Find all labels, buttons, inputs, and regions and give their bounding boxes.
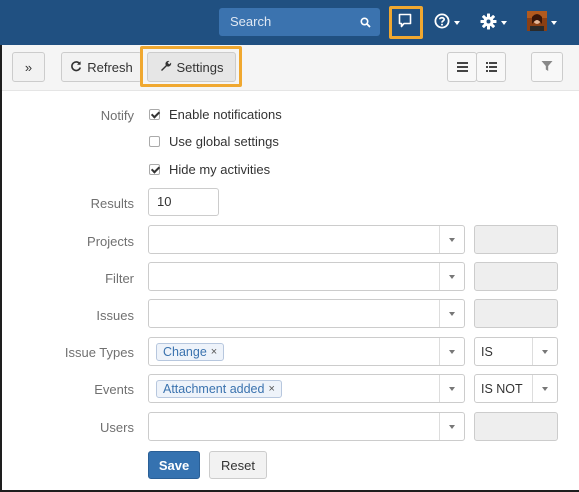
refresh-label: Refresh (87, 59, 133, 75)
search-icon[interactable] (360, 16, 371, 31)
chevron-down-icon[interactable] (449, 312, 455, 316)
avatar (527, 11, 547, 34)
help-menu-button[interactable] (434, 0, 460, 45)
hide-my-activities-label: Hide my activities (169, 162, 271, 177)
reset-button[interactable]: Reset (209, 451, 267, 479)
issue-types-operator-select[interactable]: IS (474, 337, 558, 366)
users-label: Users (100, 420, 134, 435)
checkbox-checked[interactable] (149, 109, 160, 120)
refresh-button[interactable]: Refresh (61, 52, 142, 82)
checkbox-unchecked[interactable] (149, 136, 160, 147)
filter-select[interactable] (148, 262, 465, 291)
chevron-down-icon (501, 20, 507, 25)
issue-type-tag-label: Change (163, 345, 207, 359)
search-placeholder: Search (230, 14, 272, 29)
use-global-settings-label: Use global settings (169, 134, 279, 149)
refresh-icon (70, 60, 82, 75)
events-select[interactable]: Attachment added × (148, 374, 465, 403)
issue-types-label: Issue Types (64, 345, 134, 360)
chevron-down-icon (551, 20, 557, 25)
detail-view-icon (485, 60, 497, 75)
chevron-down-icon[interactable] (449, 387, 455, 391)
issue-type-tag: Change × (156, 343, 225, 361)
list-view-icon (456, 60, 468, 75)
results-value: 10 (157, 194, 172, 209)
chevron-down-icon[interactable] (449, 350, 455, 354)
chevron-down-icon[interactable] (542, 387, 548, 391)
projects-select[interactable] (148, 225, 465, 254)
save-label: Save (158, 457, 190, 473)
frame-left-border (0, 45, 2, 492)
enable-notifications-checkbox[interactable]: Enable notifications (149, 107, 282, 122)
events-operator-value: IS NOT (481, 382, 523, 396)
detail-view-button[interactable] (476, 52, 506, 82)
list-view-button[interactable] (447, 52, 477, 82)
checkbox-checked[interactable] (149, 164, 160, 175)
feedback-highlight (389, 6, 423, 39)
issue-types-select[interactable]: Change × (148, 337, 465, 366)
chevron-down-icon (454, 20, 460, 25)
use-global-settings-checkbox[interactable]: Use global settings (149, 134, 279, 149)
top-navbar: Search (0, 0, 579, 45)
reset-label: Reset (221, 457, 255, 473)
chevron-down-icon[interactable] (542, 350, 548, 354)
expand-button[interactable]: » (12, 52, 45, 82)
gadget-toolbar: » Refresh Settings (0, 45, 579, 91)
search-input[interactable]: Search (219, 8, 380, 36)
issues-select[interactable] (148, 299, 465, 328)
filter-button[interactable] (531, 52, 563, 82)
tag-remove-icon[interactable]: × (268, 381, 274, 397)
expand-label: » (24, 59, 33, 75)
profile-menu-button[interactable] (527, 0, 557, 45)
results-input[interactable]: 10 (148, 188, 219, 216)
settings-highlight (140, 46, 242, 87)
projects-label: Projects (87, 234, 134, 249)
event-tag: Attachment added × (156, 380, 282, 398)
settings-menu-button[interactable] (480, 0, 507, 45)
save-button[interactable]: Save (148, 451, 200, 479)
notify-label: Notify (100, 108, 134, 123)
help-icon (434, 13, 450, 32)
issues-label: Issues (96, 308, 134, 323)
filter-label: Filter (105, 271, 134, 286)
users-select[interactable] (148, 412, 465, 441)
issue-types-operator-value: IS (481, 345, 493, 359)
results-label: Results (90, 196, 134, 211)
events-label: Events (94, 382, 134, 397)
tag-remove-icon[interactable]: × (211, 344, 217, 360)
chevron-down-icon[interactable] (449, 238, 455, 242)
issues-operator-box (474, 299, 558, 328)
enable-notifications-label: Enable notifications (169, 107, 282, 122)
filter-operator-box (474, 262, 558, 291)
chevron-down-icon[interactable] (449, 275, 455, 279)
events-operator-select[interactable]: IS NOT (474, 374, 558, 403)
hide-my-activities-checkbox[interactable]: Hide my activities (149, 162, 270, 177)
event-tag-label: Attachment added (163, 382, 265, 396)
gear-icon (480, 13, 497, 33)
filter-icon (541, 60, 553, 75)
projects-operator-box (474, 225, 558, 254)
users-operator-box (474, 412, 558, 441)
chevron-down-icon[interactable] (449, 425, 455, 429)
